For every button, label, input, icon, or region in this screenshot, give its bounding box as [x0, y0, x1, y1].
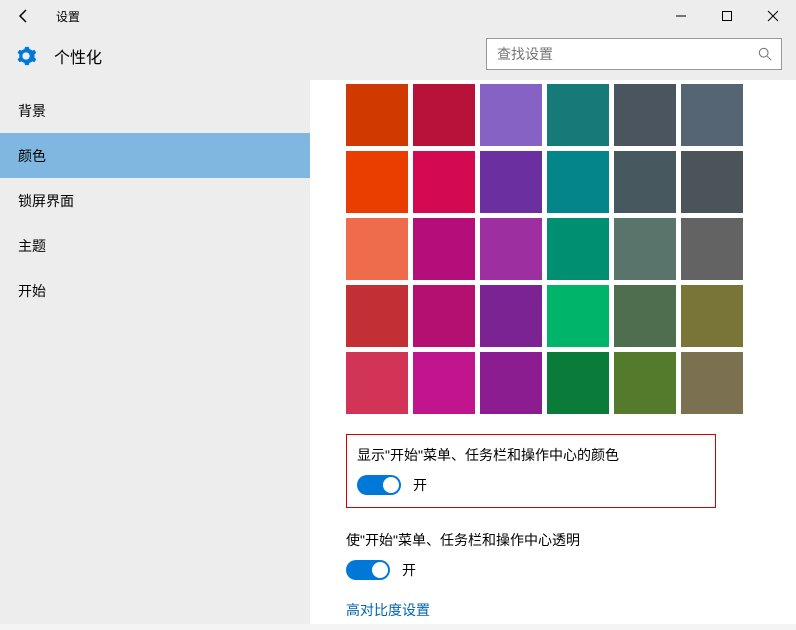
search-icon: [749, 47, 781, 61]
color-swatch-14[interactable]: [480, 218, 542, 280]
color-swatch-16[interactable]: [614, 218, 676, 280]
color-swatch-6[interactable]: [346, 151, 408, 213]
back-arrow-icon: [16, 8, 32, 24]
maximize-button[interactable]: [704, 0, 750, 32]
color-swatch-4[interactable]: [614, 84, 676, 146]
color-swatch-20[interactable]: [480, 285, 542, 347]
color-swatch-25[interactable]: [413, 352, 475, 414]
back-button[interactable]: [0, 0, 48, 32]
transparency-label: 使"开始"菜单、任务栏和操作中心透明: [346, 530, 796, 550]
color-swatch-23[interactable]: [681, 285, 743, 347]
transparency-toggle[interactable]: [346, 560, 390, 580]
sidebar-item-1[interactable]: 颜色: [0, 133, 310, 178]
color-swatch-1[interactable]: [413, 84, 475, 146]
show-color-state: 开: [413, 475, 427, 495]
color-swatch-21[interactable]: [547, 285, 609, 347]
color-swatch-9[interactable]: [547, 151, 609, 213]
maximize-icon: [721, 10, 733, 22]
show-color-label: 显示"开始"菜单、任务栏和操作中心的颜色: [357, 445, 705, 465]
page-title: 个性化: [54, 44, 102, 68]
show-color-toggle[interactable]: [357, 475, 401, 495]
color-swatch-7[interactable]: [413, 151, 475, 213]
color-swatch-5[interactable]: [681, 84, 743, 146]
transparency-state: 开: [402, 560, 416, 580]
color-swatch-0[interactable]: [346, 84, 408, 146]
bottom-edge: [0, 624, 796, 630]
highlighted-setting: 显示"开始"菜单、任务栏和操作中心的颜色 开: [346, 434, 716, 508]
color-swatch-18[interactable]: [346, 285, 408, 347]
sidebar-item-0[interactable]: 背景: [0, 88, 310, 133]
color-palette: [346, 84, 796, 414]
color-swatch-29[interactable]: [681, 352, 743, 414]
sidebar-item-2[interactable]: 锁屏界面: [0, 178, 310, 223]
close-icon: [767, 10, 779, 22]
color-swatch-13[interactable]: [413, 218, 475, 280]
color-swatch-22[interactable]: [614, 285, 676, 347]
window-title: 设置: [56, 8, 80, 25]
color-swatch-12[interactable]: [346, 218, 408, 280]
color-swatch-3[interactable]: [547, 84, 609, 146]
color-swatch-28[interactable]: [614, 352, 676, 414]
search-input[interactable]: [487, 46, 749, 62]
minimize-icon: [675, 10, 687, 22]
color-swatch-26[interactable]: [480, 352, 542, 414]
color-swatch-15[interactable]: [547, 218, 609, 280]
gear-icon: [14, 44, 38, 68]
color-swatch-27[interactable]: [547, 352, 609, 414]
color-swatch-2[interactable]: [480, 84, 542, 146]
sidebar: 背景颜色锁屏界面主题开始: [0, 80, 310, 630]
high-contrast-link[interactable]: 高对比度设置: [346, 600, 430, 620]
close-button[interactable]: [750, 0, 796, 32]
color-swatch-8[interactable]: [480, 151, 542, 213]
color-swatch-17[interactable]: [681, 218, 743, 280]
color-swatch-11[interactable]: [681, 151, 743, 213]
color-swatch-10[interactable]: [614, 151, 676, 213]
sidebar-item-3[interactable]: 主题: [0, 223, 310, 268]
search-box[interactable]: [486, 38, 782, 70]
sidebar-item-4[interactable]: 开始: [0, 268, 310, 313]
main-content: 显示"开始"菜单、任务栏和操作中心的颜色 开 使"开始"菜单、任务栏和操作中心透…: [310, 80, 796, 630]
minimize-button[interactable]: [658, 0, 704, 32]
color-swatch-19[interactable]: [413, 285, 475, 347]
color-swatch-24[interactable]: [346, 352, 408, 414]
